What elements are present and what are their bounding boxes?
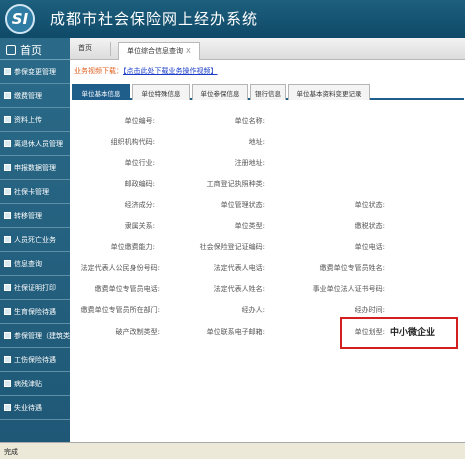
video-download-link[interactable]: 【点击此处下载业务操作视频】 [123, 67, 218, 75]
sidebar-item-label: 病残津贴 [14, 380, 42, 388]
field-label: 单位名称: [234, 117, 265, 125]
menu-item-icon [4, 356, 11, 363]
field-label: 单位状态: [354, 201, 385, 209]
subtab-basic-info[interactable]: 单位基本信息 [72, 84, 130, 100]
sidebar-item[interactable]: 社保证明打印 [0, 276, 70, 300]
sidebar-item[interactable]: 病残津贴 [0, 372, 70, 396]
field-label: 单位编号: [124, 117, 155, 125]
field-label: 法定代表人电话: [213, 264, 265, 272]
sidebar-item-label: 参保变更管理 [14, 68, 56, 76]
sidebar-item-label: 信息查询 [14, 260, 42, 268]
sidebar-item-label: 申报数据管理 [14, 164, 56, 172]
field-label: 经济成分: [124, 201, 155, 209]
field-label: 缴税状态: [354, 222, 385, 230]
home-icon [6, 45, 16, 55]
sidebar-item[interactable]: 申报数据管理 [0, 156, 70, 180]
field-label: 破产改制类型: [115, 328, 160, 336]
sidebar-item-label: 生育保险待遇 [14, 308, 56, 316]
sidebar-item[interactable]: 社保卡管理 [0, 180, 70, 204]
field-label: 工商登记执照种类: [206, 180, 265, 188]
sidebar-item-label: 人员死亡业务 [14, 236, 56, 244]
field-label: 缴费单位专管员电话: [94, 285, 160, 293]
field-label: 经办时间: [354, 306, 385, 314]
field-label: 组织机构代码: [110, 138, 155, 146]
field-label: 社会保险登记证编码: [199, 243, 265, 251]
subtab-insurance-info[interactable]: 单位参保信息 [192, 84, 248, 100]
highlight-box [340, 317, 458, 349]
field-label: 注册地址: [234, 159, 265, 167]
sidebar-item-label: 转移管理 [14, 212, 42, 220]
sidebar-item[interactable]: 工伤保险待遇 [0, 348, 70, 372]
menu-item-icon [4, 404, 11, 411]
sidebar-menu: 参保变更管理 缴费管理 资料上传 离退休人员管理 申报数据管理 社保卡管理 转移… [0, 60, 70, 420]
sidebar-item[interactable]: 离退休人员管理 [0, 132, 70, 156]
subtab-special-info[interactable]: 单位特殊信息 [132, 84, 190, 100]
menu-item-icon [4, 68, 11, 75]
menu-item-icon [4, 380, 11, 387]
menu-item-icon [4, 236, 11, 243]
menu-item-icon [4, 260, 11, 267]
menu-item-icon [4, 116, 11, 123]
sidebar-item[interactable]: 生育保险待遇 [0, 300, 70, 324]
field-label: 缴费单位专管员姓名: [319, 264, 385, 272]
field-label: 法定代表人姓名: [213, 285, 265, 293]
subtab-change-records[interactable]: 单位基本资料变更记录 [288, 84, 370, 100]
sidebar-item-label: 社保证明打印 [14, 284, 56, 292]
menu-item-icon [4, 188, 11, 195]
field-label: 事业单位法人证书号码: [312, 285, 385, 293]
tab-divider [110, 42, 111, 56]
sidebar-item[interactable]: 转移管理 [0, 204, 70, 228]
field-label: 单位电话: [354, 243, 385, 251]
sidebar-item[interactable]: 信息查询 [0, 252, 70, 276]
sub-tab-bar: 单位基本信息 单位特殊信息 单位参保信息 银行信息 单位基本资料变更记录 [72, 84, 464, 100]
sidebar-item-label: 离退休人员管理 [14, 140, 63, 148]
sidebar-home[interactable]: 首页 [0, 38, 70, 60]
sidebar: 首页 参保变更管理 缴费管理 资料上传 离退休人员管理 申报数据管理 社保卡管理… [0, 38, 70, 442]
status-bar: 完成 [0, 442, 465, 459]
sidebar-item[interactable]: 缴费管理 [0, 84, 70, 108]
menu-item-icon [4, 212, 11, 219]
field-label: 单位类型: [234, 222, 265, 230]
field-label: 隶属关系: [124, 222, 155, 230]
sidebar-item-label: 参保管理（建筑类） [14, 332, 70, 340]
tab-bar: 首页 单位综合信息查询 X [70, 38, 465, 60]
app-title: 成都市社会保险网上经办系统 [50, 10, 259, 28]
video-download-notice: 业务视频下载：【点击此处下载业务操作视频】 [74, 66, 218, 76]
main-content: 首页 单位综合信息查询 X 业务视频下载：【点击此处下载业务操作视频】 单位基本信… [70, 38, 465, 442]
app-header: SI 成都市社会保险网上经办系统 [0, 0, 465, 38]
sidebar-item-label: 资料上传 [14, 116, 42, 124]
field-label: 邮政编码: [124, 180, 155, 188]
field-label: 法定代表人公民身份号码: [80, 264, 160, 272]
notice-prefix: 业务视频下载： [74, 67, 123, 75]
sidebar-item-label: 工伤保险待遇 [14, 356, 56, 364]
menu-item-icon [4, 140, 11, 147]
sidebar-item[interactable]: 人员死亡业务 [0, 228, 70, 252]
field-label: 单位联系电子邮箱: [206, 328, 265, 336]
sidebar-item-label: 社保卡管理 [14, 188, 49, 196]
field-label: 单位行业: [124, 159, 155, 167]
app-logo: SI [5, 4, 35, 34]
sidebar-item[interactable]: 参保管理（建筑类） [0, 324, 70, 348]
menu-item-icon [4, 308, 11, 315]
sidebar-item[interactable]: 失业待遇 [0, 396, 70, 420]
close-icon[interactable]: X [186, 47, 191, 55]
field-label: 经办人: [241, 306, 265, 314]
subtab-bank-info[interactable]: 银行信息 [250, 84, 286, 100]
sidebar-item-label: 失业待遇 [14, 404, 42, 412]
tab-unit-info-query[interactable]: 单位综合信息查询 X [118, 42, 200, 60]
sidebar-home-label: 首页 [20, 44, 42, 57]
menu-item-icon [4, 92, 11, 99]
tab-home[interactable]: 首页 [78, 43, 92, 53]
sidebar-item[interactable]: 参保变更管理 [0, 60, 70, 84]
field-label: 单位缴费能力: [110, 243, 155, 251]
sidebar-item[interactable]: 资料上传 [0, 108, 70, 132]
field-label: 地址: [248, 138, 265, 146]
sidebar-item-label: 缴费管理 [14, 92, 42, 100]
field-label: 单位管理状态: [220, 201, 265, 209]
menu-item-icon [4, 164, 11, 171]
menu-item-icon [4, 284, 11, 291]
menu-item-icon [4, 332, 11, 339]
tab-label: 单位综合信息查询 [127, 47, 183, 55]
field-label: 缴费单位专管员所在部门: [80, 306, 160, 314]
